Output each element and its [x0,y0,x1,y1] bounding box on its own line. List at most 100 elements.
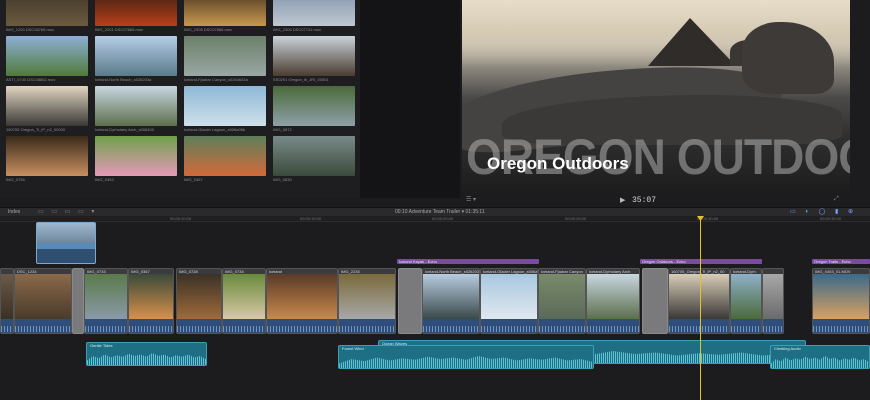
clip-audio [1,319,13,333]
browser-thumbnail[interactable]: 160705 Oregon_Ti_iP_n2_00000 [6,86,88,134]
fullscreen-icon[interactable]: ⤢ [834,196,839,203]
browser-thumbnail[interactable]: Iceland-Fjadrar Canyon_s0264632a [184,36,266,84]
audio-clip[interactable]: Climbing Audio [770,345,870,369]
thumbnail-image [95,136,177,176]
audio-clip[interactable]: Gentle Tides [86,342,207,366]
video-clip[interactable]: 160705_Oregon_Ti_iP_n2_00 [668,268,730,334]
thumbnail-image [6,86,88,126]
audio-clip-label: Forest Wind [342,346,364,351]
title-clip[interactable]: Oregon Outdoors - Echo [640,259,762,264]
clip-filmstrip [587,274,639,319]
title-clip-label: Iceland Kayak - Echo [399,259,437,264]
title-clip-label: Oregon Outdoors - Echo [642,259,686,264]
gap-clip[interactable] [642,268,668,334]
browser-thumbnail[interactable]: IMG_0872 [273,86,355,134]
clip-filmstrip [423,274,479,319]
gap-clip[interactable] [72,268,84,334]
thumbnail-image [95,0,177,26]
video-clip[interactable]: IMG_2235 [338,268,396,334]
clip-filmstrip [669,274,729,319]
thumbnail-caption: IMG_2305 DSC07866.mov [184,27,233,32]
clip-audio [339,319,395,333]
browser-thumbnail[interactable]: ASTI_0740 DSC08852.mov [6,36,88,84]
clip-filmstrip [763,274,783,319]
final-cut-window: IMG_1200 DSC08765.mov IMG_2201 DSC07865.m… [0,0,870,400]
project-title[interactable]: 00:10 Adventure Team Trailer ▾ 01:35:11 [395,209,485,215]
clip-filmstrip [223,274,265,319]
video-clip[interactable]: IMG_0733 [84,268,128,334]
video-clip[interactable] [0,268,14,334]
thumbnail-caption: IMG_2306 DSC07741.mov [273,27,322,32]
edit-tools-icons[interactable]: ▭ ▭ ▭ ▭ ▾ [38,208,97,215]
media-browser: IMG_1200 DSC08765.mov IMG_2201 DSC07865.m… [0,0,360,198]
browser-thumbnail[interactable]: IMG_2305 DSC07866.mov [184,0,266,34]
title-clip[interactable]: Iceland Kayak - Echo [397,259,539,264]
clip-filmstrip [481,274,537,319]
clip-label: 160705_Oregon_Ti_iP_n2_00 [671,269,725,274]
video-clip[interactable]: Iceland-Dyrh [730,268,762,334]
clip-label: DSC_1234 [17,269,37,274]
clip-audio [763,319,783,333]
video-clip[interactable]: IMG_0734 [222,268,266,334]
thumbnail-image [184,36,266,76]
browser-thumbnail[interactable]: Iceland-Glacier Lagoon_s006a06b [184,86,266,134]
video-clip[interactable]: IMG_0453_01.MOV [812,268,870,334]
connected-clip[interactable] [36,222,96,264]
video-clip[interactable]: Iceland-Fjadrar Canyon [538,268,586,334]
thumbnail-caption: Iceland-Glacier Lagoon_s006a06b [184,127,246,132]
view-options-icon[interactable]: ☰ ▾ [466,196,476,203]
clip-label: Iceland-Dyrholaey Arch [589,269,631,274]
audio-waveform [87,353,206,365]
timeline[interactable]: Iceland Kayak - Echo Oregon Outdoors - Ec… [0,222,870,400]
viewer[interactable]: OREGON OUTDOORS Oregon Outdoors [462,0,850,195]
browser-thumbnail[interactable]: Iceland-Dyrholaey Arch_s006400 [95,86,177,134]
clip-filmstrip [177,274,221,319]
video-clip[interactable]: Iceland [266,268,338,334]
clip-label: IMG_0453_01.MOV [815,269,851,274]
clip-audio [129,319,173,333]
title-clip[interactable]: Oregon Trails - Echo [812,259,870,264]
browser-thumbnail[interactable]: IMG_0367 [184,136,266,184]
browser-thumbnail[interactable]: IMG_0756 [6,136,88,184]
index-button[interactable]: Index [8,209,20,215]
clip-audio [85,319,127,333]
browser-thumbnail[interactable]: Iceland-North Beach_s026203a [95,36,177,84]
browser-thumbnail[interactable]: IMG_0453 [95,136,177,184]
clip-filmstrip [1,274,13,319]
clip-label: Iceland-North Beach_s026203 [425,269,480,274]
clip-filmstrip [339,274,395,319]
browser-thumbnail[interactable]: IMG_0830 [273,136,355,184]
clip-label: Iceland [269,269,282,274]
video-clip[interactable]: Iceland-Glacier Lagoon_s006a06 [480,268,538,334]
audio-clip[interactable]: Forest Wind [338,345,594,369]
clip-label: IMG_0733 [87,269,106,274]
clip-audio [587,319,639,333]
video-clip[interactable]: DSC_1234 [14,268,72,334]
thumbnail-caption: IMG_0872 [273,127,292,132]
video-clip[interactable]: Iceland-Dyrholaey Arch [586,268,640,334]
thumbnail-caption: IMG_0756 [6,177,25,182]
clip-audio [669,319,729,333]
playhead[interactable] [700,216,701,400]
audio-waveform [339,356,593,368]
clip-label: IMG_0367 [131,269,150,274]
video-clip[interactable] [762,268,784,334]
video-clip[interactable]: Iceland-North Beach_s026203 [422,268,480,334]
video-clip[interactable]: IMG_0367 [128,268,174,334]
ruler-tick: 00:00:20:00 [432,216,454,221]
thumbnail-image [273,86,355,126]
thumbnail-caption: Iceland-North Beach_s026203a [95,77,152,82]
clip-filmstrip [15,274,71,319]
browser-thumbnail[interactable]: IMG_2201 DSC07865.mov [95,0,177,34]
thumbnail-image [273,0,355,26]
video-clip[interactable]: IMG_0728 [176,268,222,334]
audio-clip-label: Climbing Audio [774,346,801,351]
thumbnail-image [273,136,355,176]
browser-thumbnail[interactable]: SS0291 Oregon_ib_JRI_00001 [273,36,355,84]
clip-filmstrip [85,274,127,319]
timeline-view-icons[interactable]: ▭ ◐ ◯ ▮ ⊕ [790,208,857,215]
gap-clip[interactable] [398,268,422,334]
play-icon[interactable]: ▶ [620,196,625,204]
browser-thumbnail[interactable]: IMG_2306 DSC07741.mov [273,0,355,34]
browser-thumbnail[interactable]: IMG_1200 DSC08765.mov [6,0,88,34]
